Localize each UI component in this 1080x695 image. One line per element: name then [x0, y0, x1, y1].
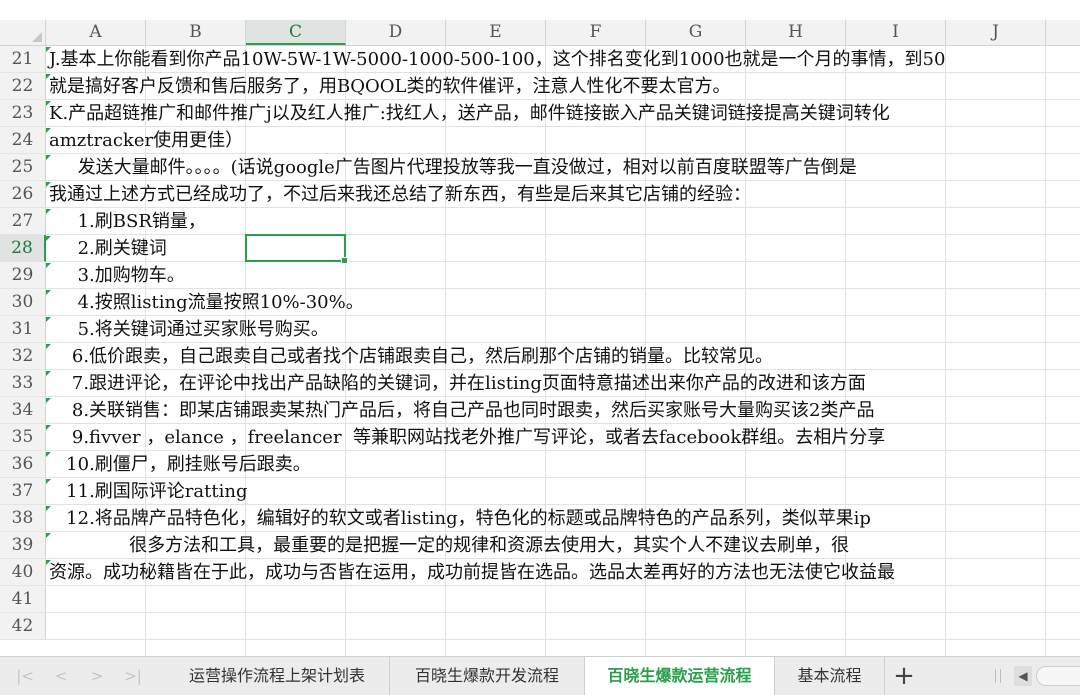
scroll-left-arrow-icon[interactable]: ◀ — [1014, 666, 1032, 686]
first-sheet-nav-button[interactable]: |< — [14, 665, 36, 687]
selected-cell-c28[interactable] — [245, 234, 348, 264]
cell-a34[interactable]: 8.关联销售：即某店铺跟卖某热门产品后，将自己产品也同时跟卖，然后买家账号大量购… — [49, 397, 875, 424]
row-header-23[interactable]: 23 — [0, 100, 46, 127]
last-sheet-nav-button[interactable]: >| — [122, 665, 144, 687]
cell-a40[interactable]: 资源。成功秘籍皆在于此，成功与否皆在运用，成功前提皆在选品。选品太差再好的方法也… — [49, 559, 895, 586]
select-all-triangle-icon — [32, 32, 42, 42]
cell-indicator-icon — [46, 560, 51, 565]
cell-indicator-icon — [46, 209, 51, 214]
column-header-c[interactable]: C — [246, 20, 346, 45]
column-header-j[interactable]: J — [946, 20, 1046, 45]
row-header-27[interactable]: 27 — [0, 208, 46, 235]
cell-a27[interactable]: 1.刷BSR销量， — [49, 208, 206, 235]
row-header-34[interactable]: 34 — [0, 397, 46, 424]
cell-a23[interactable]: K.产品超链推广和邮件推广j以及红人推广:找红人，送产品，邮件链接嵌入产品关键词… — [49, 100, 890, 127]
row-header-35[interactable]: 35 — [0, 424, 46, 451]
spreadsheet-grid[interactable]: J.基本上你能看到你产品10W-5W-1W-5000-1000-500-100，… — [46, 46, 1080, 656]
column-header-b[interactable]: B — [146, 20, 246, 45]
cell-indicator-icon — [46, 47, 51, 52]
cell-a30[interactable]: 4.按照listing流量按照10%-30%。 — [49, 289, 364, 316]
grid-column-line — [1045, 46, 1046, 656]
cell-indicator-icon — [46, 182, 51, 187]
cell-a29[interactable]: 3.加购物车。 — [49, 262, 185, 289]
cell-a33[interactable]: 7.跟进评论，在评论中找出产品缺陷的关键词，并在listing页面特意描述出来你… — [49, 370, 866, 397]
cell-indicator-icon — [46, 398, 51, 403]
cell-a26[interactable]: 我通过上述方式已经成功了，不过后来我还总结了新东西，有些是后来其它店铺的经验： — [49, 181, 751, 208]
sheet-tab-4[interactable]: 基本流程 — [775, 657, 885, 695]
add-sheet-button[interactable]: + — [890, 661, 918, 691]
cell-a25[interactable]: 发送大量邮件。。。。(话说google广告图片代理投放等我一直没做过，相对以前百… — [49, 154, 857, 181]
row-header-41[interactable]: 41 — [0, 586, 46, 613]
sheet-tab-bar: |< < > >| 运营操作流程上架计划表 百晓生爆款开发流程 百晓生爆款运营流程基… — [0, 656, 1080, 695]
cell-indicator-icon — [46, 452, 51, 457]
next-sheet-nav-button[interactable]: > — [86, 665, 108, 687]
cell-a32[interactable]: 6.低价跟卖，自己跟卖自己或者找个店铺跟卖自己，然后刷那个店铺的销量。比较常见。 — [49, 343, 773, 370]
row-header-32[interactable]: 32 — [0, 343, 46, 370]
column-header-d[interactable]: D — [346, 20, 446, 45]
cell-indicator-icon — [46, 425, 51, 430]
cell-a37[interactable]: 11.刷国际评论ratting — [49, 478, 247, 505]
cell-a36[interactable]: 10.刷僵尸，刷挂账号后跟卖。 — [49, 451, 311, 478]
sheet-tab-3[interactable]: 百晓生爆款运营流程 — [585, 657, 775, 695]
row-header-26[interactable]: 26 — [0, 181, 46, 208]
cell-indicator-icon — [46, 371, 51, 376]
cell-indicator-icon — [46, 317, 51, 322]
grid-column-line — [945, 46, 946, 656]
row-header-25[interactable]: 25 — [0, 154, 46, 181]
prev-sheet-nav-button[interactable]: < — [50, 665, 72, 687]
column-header-f[interactable]: F — [546, 20, 646, 45]
grid-row-line — [46, 612, 1080, 613]
cell-indicator-icon — [46, 263, 51, 268]
select-all-corner[interactable] — [0, 20, 46, 46]
cell-indicator-icon — [46, 479, 51, 484]
column-header-i[interactable]: I — [846, 20, 946, 45]
column-header-h[interactable]: H — [746, 20, 846, 45]
tab-split-handle[interactable] — [995, 669, 1001, 683]
row-header-24[interactable]: 24 — [0, 127, 46, 154]
row-header-31[interactable]: 31 — [0, 316, 46, 343]
row-header-38[interactable]: 38 — [0, 505, 46, 532]
sheet-tab-1[interactable]: 运营操作流程上架计划表 — [165, 657, 390, 695]
cell-indicator-icon — [46, 290, 51, 295]
cell-indicator-icon — [46, 128, 51, 133]
row-header-29[interactable]: 29 — [0, 262, 46, 289]
cell-indicator-icon — [46, 506, 51, 511]
row-header-30[interactable]: 30 — [0, 289, 46, 316]
row-header-21[interactable]: 21 — [0, 46, 46, 73]
column-header-row: ABCDEFGHIJ — [46, 20, 1080, 46]
cell-a21[interactable]: J.基本上你能看到你产品10W-5W-1W-5000-1000-500-100，… — [49, 46, 945, 73]
cell-a38[interactable]: 12.将品牌产品特色化，编辑好的软文或者listing，特色化的标题或品牌特色的… — [49, 505, 871, 532]
column-header-g[interactable]: G — [646, 20, 746, 45]
cell-indicator-icon — [46, 155, 51, 160]
column-header-a[interactable]: A — [46, 20, 146, 45]
cell-a31[interactable]: 5.将关键词通过买家账号购买。 — [49, 316, 329, 343]
cell-indicator-icon — [46, 344, 51, 349]
cell-a35[interactable]: 9.fivver ，elance ，freelancer 等兼职网站找老外推广写… — [49, 424, 885, 451]
cell-a24[interactable]: amztracker使用更佳） — [49, 127, 243, 154]
row-header-36[interactable]: 36 — [0, 451, 46, 478]
cell-indicator-icon — [46, 101, 51, 106]
cell-a22[interactable]: 就是搞好客户反馈和售后服务了，用BQOOL类的软件催评，注意人性化不要太官方。 — [49, 73, 730, 100]
row-header-33[interactable]: 33 — [0, 370, 46, 397]
cell-indicator-icon — [46, 533, 51, 538]
row-header-40[interactable]: 40 — [0, 559, 46, 586]
cell-a28[interactable]: 2.刷关键词 — [49, 235, 167, 262]
column-header-e[interactable]: E — [446, 20, 546, 45]
fill-handle[interactable] — [341, 257, 348, 264]
grid-row-line — [46, 639, 1080, 640]
row-header-28[interactable]: 28 — [0, 235, 46, 262]
cell-a39[interactable]: 很多方法和工具，最重要的是把握一定的规律和资源去使用大，其实个人不建议去刷单，很 — [49, 532, 849, 559]
grid-row-line — [46, 261, 1080, 262]
horizontal-scrollbar[interactable] — [1036, 666, 1080, 686]
row-header-39[interactable]: 39 — [0, 532, 46, 559]
sheet-tab-2[interactable]: 百晓生爆款开发流程 — [390, 657, 585, 695]
cell-indicator-icon — [46, 236, 51, 241]
row-header-22[interactable]: 22 — [0, 73, 46, 100]
row-header-42[interactable]: 42 — [0, 613, 46, 640]
row-header-37[interactable]: 37 — [0, 478, 46, 505]
cell-indicator-icon — [46, 74, 51, 79]
